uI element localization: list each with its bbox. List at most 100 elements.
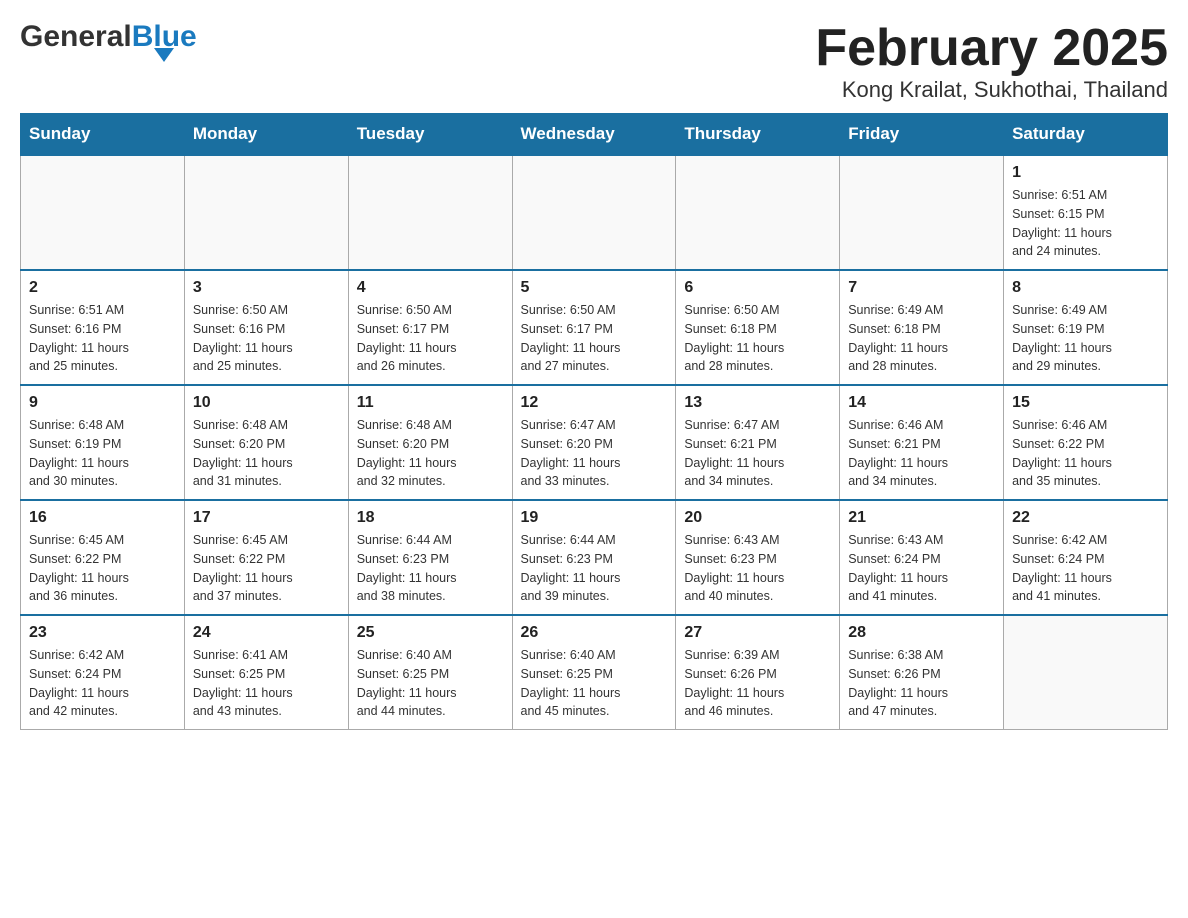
calendar-cell [21,155,185,270]
day-number: 28 [848,624,995,642]
day-number: 22 [1012,509,1159,527]
day-number: 6 [684,279,831,297]
page-header: General Blue February 2025 Kong Krailat,… [20,20,1168,103]
day-info: Sunrise: 6:42 AM Sunset: 6:24 PM Dayligh… [29,646,176,721]
day-number: 9 [29,394,176,412]
day-info: Sunrise: 6:50 AM Sunset: 6:17 PM Dayligh… [521,301,668,376]
day-number: 15 [1012,394,1159,412]
calendar-cell: 3Sunrise: 6:50 AM Sunset: 6:16 PM Daylig… [184,270,348,385]
logo-arrow-icon [154,48,174,62]
day-info: Sunrise: 6:50 AM Sunset: 6:17 PM Dayligh… [357,301,504,376]
calendar-cell: 1 Sunrise: 6:51 AM Sunset: 6:15 PM Daylig… [1004,155,1168,270]
calendar-cell: 15 Sunrise: 6:46 AM Sunset: 6:22 PM Dayli… [1004,385,1168,500]
calendar-cell: 23 Sunrise: 6:42 AM Sunset: 6:24 PM Dayli… [21,615,185,730]
day-info: Sunrise: 6:48 AM Sunset: 6:19 PM Dayligh… [29,416,176,491]
day-info: Sunrise: 6:50 AM Sunset: 6:18 PM Dayligh… [684,301,831,376]
day-info: Sunrise: 6:40 AM Sunset: 6:25 PM Dayligh… [521,646,668,721]
calendar-cell [840,155,1004,270]
day-info: Sunrise: 6:45 AM Sunset: 6:22 PM Dayligh… [29,531,176,606]
day-number: 19 [521,509,668,527]
day-info: Sunrise: 6:47 AM Sunset: 6:21 PM Dayligh… [684,416,831,491]
logo-blue-section: Blue [132,22,197,62]
day-number: 23 [29,624,176,642]
day-number: 13 [684,394,831,412]
calendar-cell [512,155,676,270]
calendar-cell: 27 Sunrise: 6:39 AM Sunset: 6:26 PM Dayli… [676,615,840,730]
calendar-week-row: 1 Sunrise: 6:51 AM Sunset: 6:15 PM Daylig… [21,155,1168,270]
day-info: Sunrise: 6:44 AM Sunset: 6:23 PM Dayligh… [521,531,668,606]
calendar-table: SundayMondayTuesdayWednesdayThursdayFrid… [20,113,1168,730]
day-number: 26 [521,624,668,642]
day-number: 12 [521,394,668,412]
day-number: 21 [848,509,995,527]
calendar-cell: 8Sunrise: 6:49 AM Sunset: 6:19 PM Daylig… [1004,270,1168,385]
day-number: 1 [1012,164,1159,182]
calendar-week-row: 23 Sunrise: 6:42 AM Sunset: 6:24 PM Dayli… [21,615,1168,730]
calendar-cell: 11 Sunrise: 6:48 AM Sunset: 6:20 PM Dayli… [348,385,512,500]
day-number: 11 [357,394,504,412]
day-number: 17 [193,509,340,527]
day-number: 24 [193,624,340,642]
day-number: 25 [357,624,504,642]
calendar-cell: 26 Sunrise: 6:40 AM Sunset: 6:25 PM Dayli… [512,615,676,730]
calendar-cell: 12 Sunrise: 6:47 AM Sunset: 6:20 PM Dayli… [512,385,676,500]
weekday-header-wednesday: Wednesday [512,114,676,156]
weekday-header-tuesday: Tuesday [348,114,512,156]
day-info: Sunrise: 6:40 AM Sunset: 6:25 PM Dayligh… [357,646,504,721]
weekday-header-thursday: Thursday [676,114,840,156]
calendar-cell: 16 Sunrise: 6:45 AM Sunset: 6:22 PM Dayli… [21,500,185,615]
day-info: Sunrise: 6:38 AM Sunset: 6:26 PM Dayligh… [848,646,995,721]
day-number: 18 [357,509,504,527]
day-number: 27 [684,624,831,642]
calendar-cell: 10Sunrise: 6:48 AM Sunset: 6:20 PM Dayli… [184,385,348,500]
calendar-cell: 19 Sunrise: 6:44 AM Sunset: 6:23 PM Dayli… [512,500,676,615]
logo-general-text: General [20,20,132,54]
day-number: 20 [684,509,831,527]
day-number: 7 [848,279,995,297]
location-subtitle: Kong Krailat, Sukhothai, Thailand [815,77,1168,103]
calendar-week-row: 16 Sunrise: 6:45 AM Sunset: 6:22 PM Dayli… [21,500,1168,615]
calendar-cell: 24 Sunrise: 6:41 AM Sunset: 6:25 PM Dayli… [184,615,348,730]
day-info: Sunrise: 6:46 AM Sunset: 6:22 PM Dayligh… [1012,416,1159,491]
day-info: Sunrise: 6:51 AM Sunset: 6:16 PM Dayligh… [29,301,176,376]
day-info: Sunrise: 6:50 AM Sunset: 6:16 PM Dayligh… [193,301,340,376]
calendar-header-row: SundayMondayTuesdayWednesdayThursdayFrid… [21,114,1168,156]
calendar-cell: 14 Sunrise: 6:46 AM Sunset: 6:21 PM Dayli… [840,385,1004,500]
day-info: Sunrise: 6:43 AM Sunset: 6:24 PM Dayligh… [848,531,995,606]
day-info: Sunrise: 6:41 AM Sunset: 6:25 PM Dayligh… [193,646,340,721]
logo: General Blue [20,20,197,62]
calendar-cell: 9 Sunrise: 6:48 AM Sunset: 6:19 PM Daylig… [21,385,185,500]
day-info: Sunrise: 6:51 AM Sunset: 6:15 PM Dayligh… [1012,186,1159,261]
calendar-cell: 17 Sunrise: 6:45 AM Sunset: 6:22 PM Dayli… [184,500,348,615]
calendar-cell [676,155,840,270]
calendar-cell [1004,615,1168,730]
calendar-cell: 13 Sunrise: 6:47 AM Sunset: 6:21 PM Dayli… [676,385,840,500]
day-info: Sunrise: 6:42 AM Sunset: 6:24 PM Dayligh… [1012,531,1159,606]
calendar-week-row: 9 Sunrise: 6:48 AM Sunset: 6:19 PM Daylig… [21,385,1168,500]
calendar-cell: 20Sunrise: 6:43 AM Sunset: 6:23 PM Dayli… [676,500,840,615]
day-info: Sunrise: 6:45 AM Sunset: 6:22 PM Dayligh… [193,531,340,606]
calendar-cell [348,155,512,270]
day-info: Sunrise: 6:39 AM Sunset: 6:26 PM Dayligh… [684,646,831,721]
weekday-header-sunday: Sunday [21,114,185,156]
calendar-cell: 25 Sunrise: 6:40 AM Sunset: 6:25 PM Dayli… [348,615,512,730]
calendar-week-row: 2Sunrise: 6:51 AM Sunset: 6:16 PM Daylig… [21,270,1168,385]
day-number: 4 [357,279,504,297]
calendar-cell: 21 Sunrise: 6:43 AM Sunset: 6:24 PM Dayli… [840,500,1004,615]
calendar-cell: 28 Sunrise: 6:38 AM Sunset: 6:26 PM Dayli… [840,615,1004,730]
calendar-cell: 18 Sunrise: 6:44 AM Sunset: 6:23 PM Dayli… [348,500,512,615]
calendar-cell: 5 Sunrise: 6:50 AM Sunset: 6:17 PM Daylig… [512,270,676,385]
calendar-cell: 7 Sunrise: 6:49 AM Sunset: 6:18 PM Daylig… [840,270,1004,385]
weekday-header-saturday: Saturday [1004,114,1168,156]
day-number: 14 [848,394,995,412]
day-info: Sunrise: 6:44 AM Sunset: 6:23 PM Dayligh… [357,531,504,606]
month-title: February 2025 [815,20,1168,77]
day-number: 5 [521,279,668,297]
day-info: Sunrise: 6:47 AM Sunset: 6:20 PM Dayligh… [521,416,668,491]
day-info: Sunrise: 6:48 AM Sunset: 6:20 PM Dayligh… [357,416,504,491]
day-info: Sunrise: 6:49 AM Sunset: 6:18 PM Dayligh… [848,301,995,376]
calendar-cell: 2Sunrise: 6:51 AM Sunset: 6:16 PM Daylig… [21,270,185,385]
day-info: Sunrise: 6:46 AM Sunset: 6:21 PM Dayligh… [848,416,995,491]
day-number: 16 [29,509,176,527]
calendar-cell: 22 Sunrise: 6:42 AM Sunset: 6:24 PM Dayli… [1004,500,1168,615]
